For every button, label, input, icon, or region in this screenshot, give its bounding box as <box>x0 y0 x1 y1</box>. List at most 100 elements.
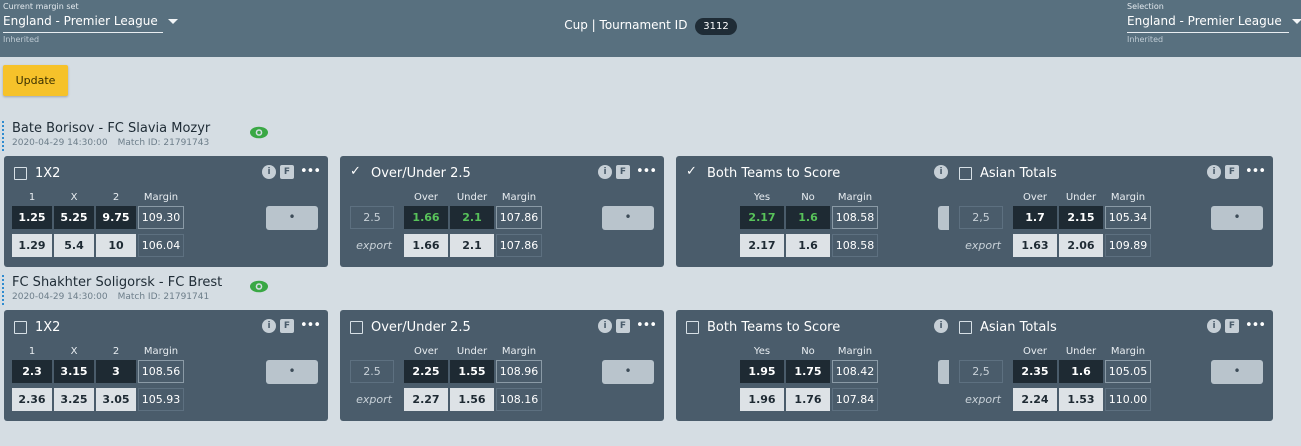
page-title-label: Cup | Tournament ID <box>564 18 688 32</box>
column-header: Yes <box>753 192 771 203</box>
market-title-label: Over/Under 2.5 <box>371 320 471 335</box>
match-name: FC Shakhter Soligorsk - FC Brest <box>12 275 223 290</box>
column-header: Margin <box>837 192 873 203</box>
column-header: 1 <box>28 192 36 203</box>
info-icon[interactable]: i <box>1206 165 1221 179</box>
more-icon[interactable]: ••• <box>636 319 657 332</box>
drag-handle[interactable] <box>2 121 5 151</box>
market-checkbox[interactable] <box>686 321 699 334</box>
column-header: Margin <box>1110 346 1146 357</box>
apply-button[interactable]: • <box>1211 206 1263 230</box>
market-card-asian: Asian Totals i F ••• Over Under Margin 2,5 expor… <box>949 156 1273 267</box>
odds-value[interactable]: 1.95 <box>740 360 784 383</box>
column-header: Under <box>1065 346 1097 357</box>
export-odds-value: 1.56 <box>450 388 494 411</box>
export-odds-value: 2.36 <box>12 388 52 411</box>
odds-value[interactable]: 1.7 <box>1013 206 1057 229</box>
eye-icon[interactable] <box>249 124 269 139</box>
export-margin-value: 105.93 <box>138 388 184 411</box>
match-meta: 2020-04-29 14:30:00 Match ID: 21791743 <box>12 138 209 148</box>
margin-value: 108.96 <box>496 360 542 383</box>
market-title: Asian Totals <box>959 166 1057 181</box>
selection: Selection England - Premier League Inher… <box>1127 2 1301 45</box>
more-icon[interactable]: ••• <box>1245 165 1266 178</box>
export-margin-value: 109.89 <box>1105 234 1151 257</box>
market-title: Asian Totals <box>959 320 1057 335</box>
market-checkbox[interactable] <box>14 167 27 180</box>
market-card-ou: Over/Under 2.5 iF ••• Over Under Margin 2.5 exp… <box>340 310 664 421</box>
apply-button[interactable]: • <box>602 360 654 384</box>
favorite-icon[interactable]: F <box>1224 319 1239 333</box>
column-header: Over <box>1022 192 1048 203</box>
match-id: Match ID: 21791743 <box>117 138 210 148</box>
odds-value[interactable]: 2.15 <box>1059 206 1103 229</box>
eye-icon[interactable] <box>249 278 269 293</box>
market-icons: iF ••• <box>261 319 321 333</box>
column-header: X <box>70 192 78 203</box>
more-icon[interactable]: ••• <box>636 165 657 178</box>
column-header: 2 <box>112 192 120 203</box>
odds-value[interactable]: 1.55 <box>450 360 494 383</box>
apply-button[interactable]: • <box>266 206 318 230</box>
more-icon[interactable]: ••• <box>300 165 321 178</box>
export-odds-value: 3.05 <box>96 388 136 411</box>
info-icon[interactable]: i <box>597 165 612 179</box>
info-icon[interactable]: i <box>261 319 276 333</box>
odds-value[interactable]: 2.17 <box>740 206 784 229</box>
market-card-ou: Over/Under 2.5 iF ••• Over Under Margin 2.5 exp… <box>340 156 664 267</box>
update-button[interactable]: Update <box>3 65 68 96</box>
market-icons: iF ••• <box>597 165 657 179</box>
export-odds-value: 2.27 <box>404 388 448 411</box>
odds-value[interactable]: 2.1 <box>450 206 494 229</box>
odds-value[interactable]: 1.6 <box>786 206 830 229</box>
export-label: export <box>965 393 1001 406</box>
column-header: Over <box>1022 346 1048 357</box>
margin-value: 105.05 <box>1105 360 1151 383</box>
favorite-icon[interactable]: F <box>279 165 294 179</box>
odds-value[interactable]: 1.6 <box>1059 360 1103 383</box>
market-checkbox[interactable] <box>350 321 363 334</box>
odds-value[interactable]: 9.75 <box>96 206 136 229</box>
odds-value[interactable]: 3.15 <box>54 360 94 383</box>
info-icon[interactable]: i <box>933 165 948 179</box>
market-checkbox[interactable] <box>350 164 363 180</box>
column-header: Under <box>1065 192 1097 203</box>
info-icon[interactable]: i <box>597 319 612 333</box>
more-icon[interactable]: ••• <box>300 319 321 332</box>
market-title-label: Asian Totals <box>980 166 1057 181</box>
market-checkbox[interactable] <box>14 321 27 334</box>
info-icon[interactable]: i <box>1206 319 1221 333</box>
column-header: No <box>801 346 815 357</box>
odds-value[interactable]: 1.25 <box>12 206 52 229</box>
market-checkbox[interactable] <box>959 321 972 334</box>
favorite-icon[interactable]: F <box>615 165 630 179</box>
export-odds-value: 2.1 <box>450 234 494 257</box>
margin-value: 107.86 <box>496 206 542 229</box>
info-icon[interactable]: i <box>933 319 948 333</box>
favorite-icon[interactable]: F <box>1224 165 1239 179</box>
apply-button[interactable]: • <box>602 206 654 230</box>
selection-sub: Inherited <box>1127 35 1164 44</box>
odds-value[interactable]: 3 <box>96 360 136 383</box>
market-title: Over/Under 2.5 <box>350 320 471 335</box>
margin-value: 108.42 <box>832 360 878 383</box>
margin-value: 109.30 <box>138 206 184 229</box>
selection-dropdown[interactable]: England - Premier League <box>1127 13 1301 33</box>
favorite-icon[interactable]: F <box>279 319 294 333</box>
match-id: Match ID: 21791741 <box>117 292 210 302</box>
more-icon[interactable]: ••• <box>1245 319 1266 332</box>
odds-value[interactable]: 1.66 <box>404 206 448 229</box>
odds-value[interactable]: 5.25 <box>54 206 94 229</box>
margin-value: 108.56 <box>138 360 184 383</box>
apply-button[interactable]: • <box>266 360 318 384</box>
apply-button[interactable]: • <box>1211 360 1263 384</box>
odds-value[interactable]: 2.25 <box>404 360 448 383</box>
market-checkbox[interactable] <box>686 164 699 180</box>
odds-value[interactable]: 1.75 <box>786 360 830 383</box>
favorite-icon[interactable]: F <box>615 319 630 333</box>
odds-value[interactable]: 2.3 <box>12 360 52 383</box>
market-checkbox[interactable] <box>959 167 972 180</box>
info-icon[interactable]: i <box>261 165 276 179</box>
drag-handle[interactable] <box>2 275 5 305</box>
odds-value[interactable]: 2.35 <box>1013 360 1057 383</box>
